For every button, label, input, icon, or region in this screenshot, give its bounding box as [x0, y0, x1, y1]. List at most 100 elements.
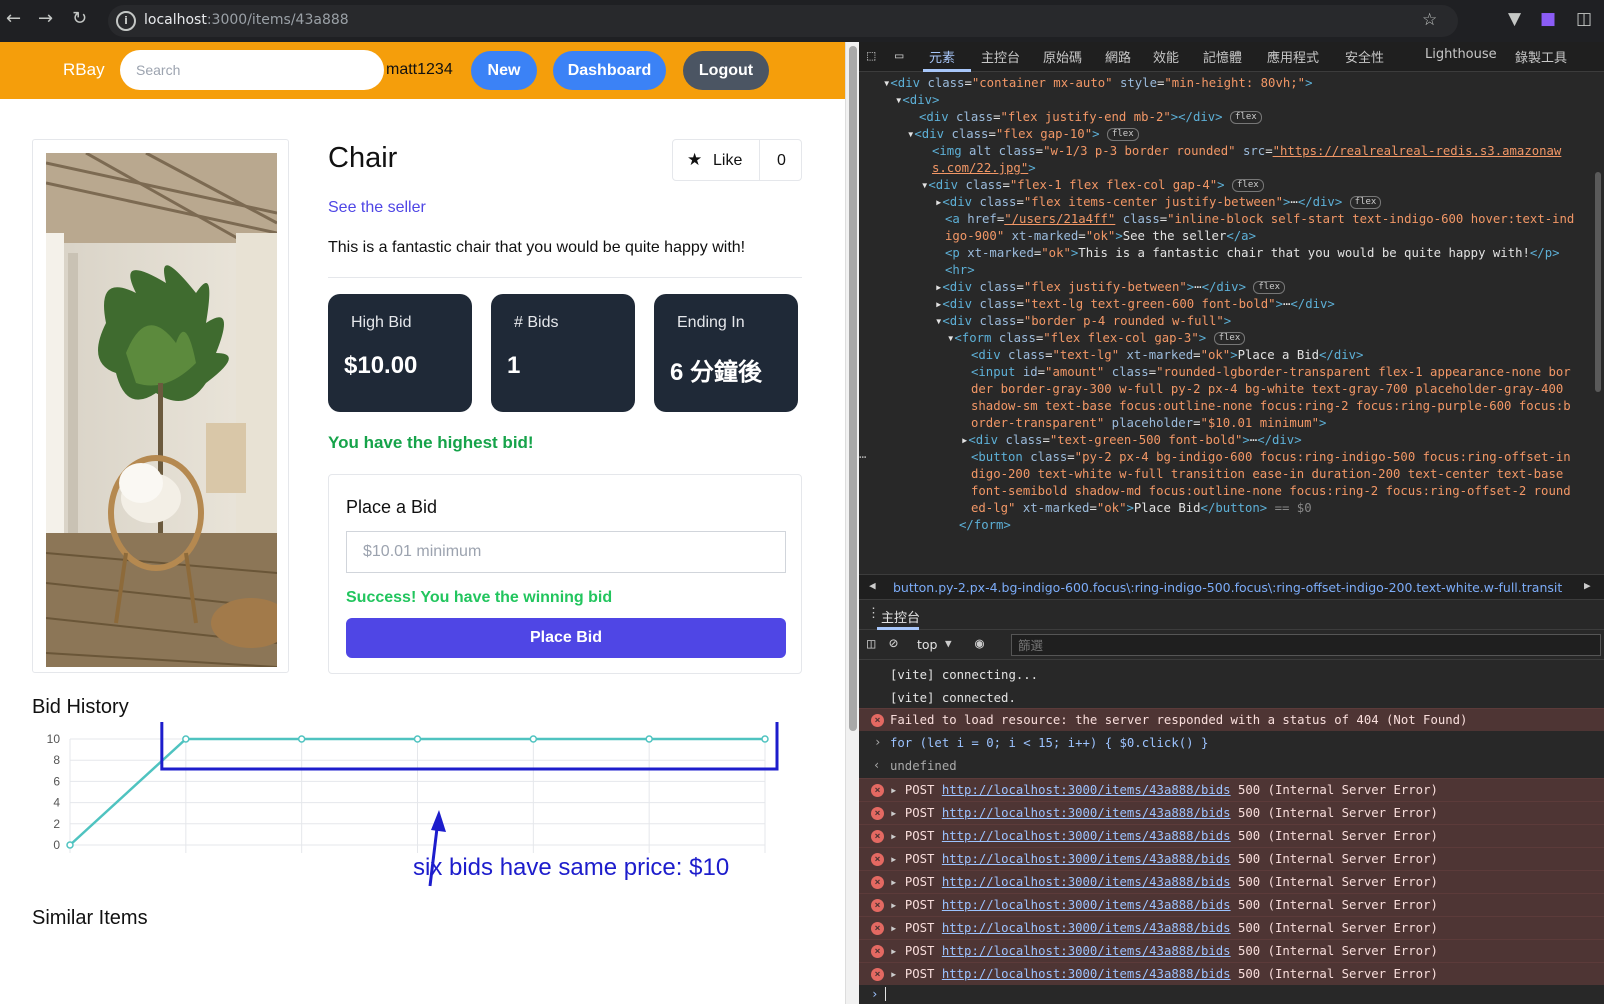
stat-high-bid: High Bid $10.00: [328, 294, 472, 412]
tab-lighthouse[interactable]: Lighthouse: [1425, 47, 1497, 62]
bid-point[interactable]: [413, 735, 422, 743]
back-icon[interactable]: ←: [6, 8, 21, 29]
post-url-link[interactable]: http://localhost:3000/items/43a888/bids: [942, 967, 1231, 981]
y-tick-label: 2: [53, 817, 60, 831]
post-method: POST: [904, 967, 935, 981]
bid-point[interactable]: [645, 735, 653, 743]
expand-triangle-icon[interactable]: ▸: [890, 967, 897, 981]
tab-security[interactable]: 安全性: [1345, 47, 1384, 66]
expand-triangle-icon[interactable]: ▸: [890, 852, 897, 866]
console-log-line: [vite] connecting...: [859, 664, 1604, 687]
address-bar[interactable]: i localhost:3000/items/43a888 ☆: [108, 5, 1458, 37]
site-info-icon[interactable]: i: [116, 11, 136, 31]
post-url-link[interactable]: http://localhost:3000/items/43a888/bids: [942, 898, 1231, 912]
inspect-icon[interactable]: ⬚: [867, 48, 875, 64]
tab-network[interactable]: 網路: [1105, 47, 1131, 66]
live-expression-eye-icon[interactable]: ◉: [975, 634, 984, 652]
error-icon: ×: [871, 945, 884, 958]
console-post-error-line[interactable]: × ▸ POST http://localhost:3000/items/43a8…: [859, 847, 1604, 870]
tab-elements[interactable]: 元素: [929, 47, 955, 66]
reload-icon[interactable]: ↻: [72, 8, 87, 29]
expand-triangle-icon[interactable]: ▸: [890, 898, 897, 912]
place-bid-button[interactable]: Place Bid: [346, 618, 786, 658]
see-seller-link[interactable]: See the seller: [328, 199, 426, 217]
expand-triangle-icon[interactable]: ▸: [890, 783, 897, 797]
console-post-error-line[interactable]: × ▸ POST http://localhost:3000/items/43a8…: [859, 916, 1604, 939]
annotation-arrowhead: [431, 810, 446, 832]
console-filter-input[interactable]: [1011, 634, 1601, 656]
scrollbar-thumb[interactable]: [849, 46, 857, 731]
url-text[interactable]: localhost:3000/items/43a888: [144, 12, 349, 28]
console-post-error-line[interactable]: × ▸ POST http://localhost:3000/items/43a8…: [859, 939, 1604, 962]
post-url-link[interactable]: http://localhost:3000/items/43a888/bids: [942, 852, 1231, 866]
post-url-link[interactable]: http://localhost:3000/items/43a888/bids: [942, 829, 1231, 843]
drawer-menu-icon[interactable]: ⋮: [867, 606, 880, 621]
search-input[interactable]: [120, 50, 384, 90]
device-toggle-icon[interactable]: ▭: [895, 48, 903, 64]
bid-point[interactable]: [761, 735, 769, 743]
sidebar-toggle-icon[interactable]: ◫: [867, 636, 875, 652]
drawer-tab-console[interactable]: 主控台: [881, 607, 920, 626]
extensions-puzzle-icon[interactable]: ◫: [1576, 9, 1592, 29]
bid-point[interactable]: [529, 735, 538, 743]
dashboard-button[interactable]: Dashboard: [553, 51, 666, 90]
expand-triangle-icon[interactable]: ▸: [890, 875, 897, 889]
expand-triangle-icon[interactable]: ▸: [890, 806, 897, 820]
expand-triangle-icon[interactable]: ▸: [890, 829, 897, 843]
breadcrumb-text[interactable]: button.py-2.px-4.bg-indigo-600.focus\:ri…: [893, 580, 1563, 595]
tab-console[interactable]: 主控台: [981, 47, 1020, 66]
extension-shield-icon[interactable]: ■: [1540, 9, 1556, 29]
new-button[interactable]: New: [471, 51, 537, 90]
console-result-line: ‹ undefined: [859, 755, 1604, 778]
chevron-right-icon[interactable]: ▶: [1584, 579, 1591, 592]
console-post-error-line[interactable]: × ▸ POST http://localhost:3000/items/43a8…: [859, 778, 1604, 801]
chevron-left-icon[interactable]: ◀: [869, 579, 876, 592]
like-label: Like: [713, 152, 743, 169]
post-url-link[interactable]: http://localhost:3000/items/43a888/bids: [942, 944, 1231, 958]
post-url-link[interactable]: http://localhost:3000/items/43a888/bids: [942, 806, 1231, 820]
console-post-error-line[interactable]: × ▸ POST http://localhost:3000/items/43a8…: [859, 801, 1604, 824]
console-text: ▸ POST http://localhost:3000/items/43a88…: [890, 944, 1438, 958]
tab-sources[interactable]: 原始碼: [1043, 47, 1082, 66]
elements-tree[interactable]: ▾<div class="container mx-auto" style="m…: [859, 72, 1592, 574]
console-text: ▸ POST http://localhost:3000/items/43a88…: [890, 921, 1438, 935]
bookmark-star-icon[interactable]: ☆: [1422, 10, 1437, 30]
bid-point[interactable]: [66, 841, 74, 849]
console-text: ▸ POST http://localhost:3000/items/43a88…: [890, 898, 1438, 912]
text-cursor: [885, 987, 886, 1001]
clear-console-icon[interactable]: ⊘: [889, 634, 898, 652]
console-post-error-line[interactable]: × ▸ POST http://localhost:3000/items/43a8…: [859, 893, 1604, 916]
tab-application[interactable]: 應用程式: [1267, 47, 1319, 66]
element-breadcrumb[interactable]: ◀ button.py-2.px-4.bg-indigo-600.focus\:…: [859, 574, 1604, 600]
tab-memory[interactable]: 記憶體: [1203, 47, 1242, 66]
bid-point[interactable]: [182, 735, 190, 743]
brand-logo[interactable]: RBay: [63, 60, 105, 80]
expand-triangle-icon[interactable]: ▸: [890, 944, 897, 958]
console-post-error-line[interactable]: × ▸ POST http://localhost:3000/items/43a8…: [859, 962, 1604, 985]
scrollbar-thumb[interactable]: [1595, 172, 1601, 392]
console-text: [vite] connected.: [890, 691, 1016, 705]
like-button[interactable]: ★ Like 0: [672, 139, 802, 181]
console-prompt[interactable]: ›: [859, 984, 1604, 1004]
elements-scrollbar[interactable]: [1592, 72, 1604, 574]
console-post-error-line[interactable]: × ▸ POST http://localhost:3000/items/43a8…: [859, 824, 1604, 847]
stat-ending-in: Ending In 6 分鐘後: [654, 294, 798, 412]
bid-amount-input[interactable]: [346, 531, 786, 573]
post-url-link[interactable]: http://localhost:3000/items/43a888/bids: [942, 783, 1231, 797]
tab-recorder[interactable]: 錄製工具: [1515, 47, 1567, 66]
console-post-error-line[interactable]: × ▸ POST http://localhost:3000/items/43a8…: [859, 870, 1604, 893]
chevron-down-icon[interactable]: ▼: [945, 637, 952, 650]
tab-performance[interactable]: 效能: [1153, 47, 1179, 66]
context-selector[interactable]: top: [917, 637, 937, 652]
y-tick-label: 6: [53, 774, 60, 788]
post-url-link[interactable]: http://localhost:3000/items/43a888/bids: [942, 921, 1231, 935]
extension-v-icon[interactable]: ▼: [1508, 9, 1521, 29]
bid-point[interactable]: [297, 735, 306, 743]
stat-value: 1: [507, 352, 521, 379]
post-url-link[interactable]: http://localhost:3000/items/43a888/bids: [942, 875, 1231, 889]
logout-button[interactable]: Logout: [683, 51, 769, 90]
stat-value: $10.00: [344, 352, 418, 379]
expand-triangle-icon[interactable]: ▸: [890, 921, 897, 935]
forward-icon[interactable]: →: [38, 8, 53, 29]
page-scrollbar[interactable]: [845, 42, 859, 1004]
